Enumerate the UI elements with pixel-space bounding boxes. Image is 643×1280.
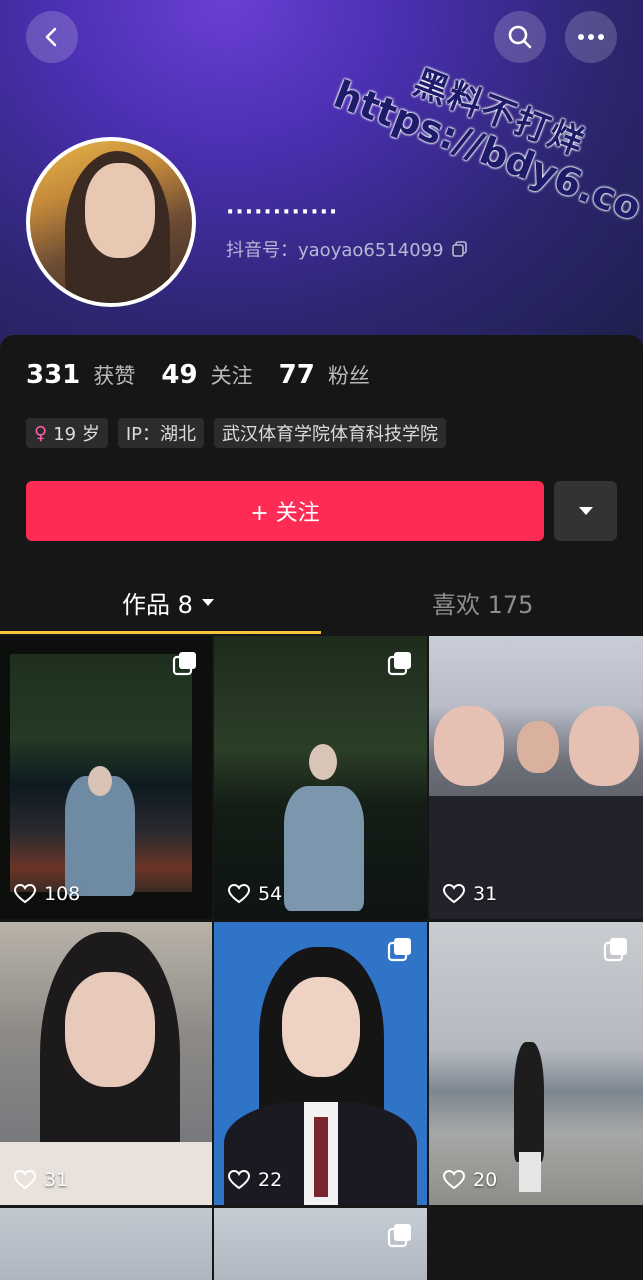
stat-following-label: 关注 (210, 364, 253, 388)
nickname: ············ (226, 200, 339, 225)
stat-followers-num: 77 (278, 360, 315, 390)
video-likes-count: 31 (473, 883, 498, 905)
school-text: 武汉体育学院体育科技学院 (222, 424, 438, 445)
copy-icon[interactable] (451, 241, 468, 257)
ip-tag: IP：湖北 (117, 418, 204, 448)
video-thumbnail[interactable] (0, 1208, 212, 1280)
more-button[interactable] (565, 11, 617, 63)
stat-likes[interactable]: 331 获赞 (26, 360, 135, 390)
video-likes-count: 20 (473, 1169, 498, 1191)
video-thumbnail[interactable]: 22 (214, 922, 427, 1205)
back-button[interactable] (26, 11, 78, 63)
search-button[interactable] (494, 11, 546, 63)
heart-icon (228, 1170, 250, 1190)
video-likes: 31 (443, 883, 497, 905)
video-likes-count: 108 (44, 883, 81, 905)
stat-followers[interactable]: 77 粉丝 (279, 360, 370, 390)
tab-likes[interactable]: 喜欢 175 (432, 585, 533, 620)
multi-image-icon (387, 938, 411, 962)
video-likes: 54 (228, 883, 282, 905)
stat-following-num: 49 (161, 360, 198, 390)
school-tag[interactable]: 武汉体育学院体育科技学院 (214, 418, 446, 448)
stat-likes-label: 获赞 (93, 364, 136, 388)
chevron-left-icon (45, 27, 57, 47)
tab-works-label: 作品 8 (122, 591, 193, 619)
tab-likes-label: 喜欢 175 (432, 591, 534, 619)
video-thumbnail[interactable]: 20 (429, 922, 643, 1205)
video-thumbnail[interactable]: 108 (0, 636, 212, 919)
more-horizontal-icon (578, 34, 604, 40)
heart-icon (443, 1170, 465, 1190)
video-likes: 22 (228, 1169, 282, 1191)
heart-icon (14, 884, 36, 904)
stat-followers-label: 粉丝 (327, 364, 370, 388)
stat-likes-num: 331 (26, 360, 81, 390)
video-likes-count: 31 (44, 1169, 69, 1191)
stat-following[interactable]: 49 关注 (161, 360, 252, 390)
age-tag: ♀ 19 岁 (26, 418, 108, 448)
recommend-dropdown-button[interactable] (554, 481, 617, 541)
follow-button-label: + 关注 (250, 501, 320, 526)
caret-down-icon (578, 507, 593, 515)
tab-works[interactable]: 作品 8 (122, 585, 215, 620)
heart-icon (228, 884, 250, 904)
tab-indicator (0, 631, 321, 634)
multi-image-icon (387, 652, 411, 676)
video-thumbnail[interactable]: 54 (214, 636, 427, 919)
multi-image-icon (172, 652, 196, 676)
video-thumbnail[interactable] (214, 1208, 427, 1280)
ip-text: IP：湖北 (125, 424, 196, 445)
video-thumbnail[interactable]: 31 (429, 636, 643, 919)
video-likes-count: 54 (258, 883, 283, 905)
video-likes-count: 22 (258, 1169, 283, 1191)
profile-tags: ♀ 19 岁 IP：湖北 武汉体育学院体育科技学院 (26, 418, 446, 448)
follow-button[interactable]: + 关注 (26, 481, 544, 541)
video-likes: 31 (14, 1169, 68, 1191)
douyin-id-text: 抖音号：yaoyao6514099 (226, 240, 444, 261)
age-text: 19 岁 (53, 424, 100, 445)
stats-row: 331 获赞 49 关注 77 粉丝 (26, 360, 370, 390)
caret-down-icon (201, 599, 214, 606)
multi-image-icon (387, 1224, 411, 1248)
search-icon (508, 25, 532, 49)
heart-icon (14, 1170, 36, 1190)
douyin-id: 抖音号：yaoyao6514099 (226, 236, 468, 262)
female-icon: ♀ (34, 422, 48, 444)
multi-image-icon (603, 938, 627, 962)
avatar[interactable] (26, 137, 196, 307)
video-likes: 108 (14, 883, 80, 905)
video-likes: 20 (443, 1169, 497, 1191)
video-thumbnail[interactable]: 31 (0, 922, 212, 1205)
heart-icon (443, 884, 465, 904)
